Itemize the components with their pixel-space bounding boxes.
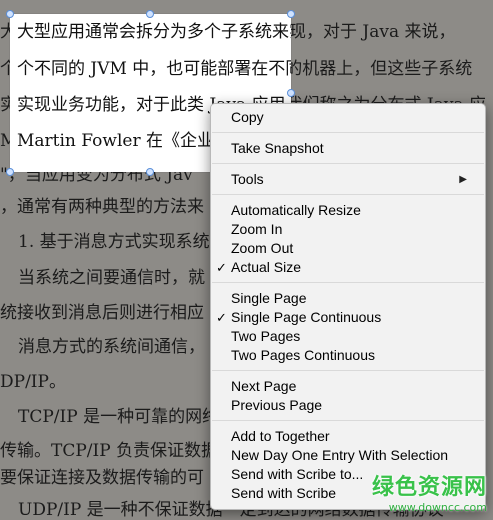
menu-item-single-page-continuous[interactable]: ✓ Single Page Continuous (211, 308, 485, 327)
menu-item-automatically-resize[interactable]: Automatically Resize (211, 201, 485, 220)
menu-item-label: Add to Together (231, 428, 330, 444)
menu-item-two-pages[interactable]: Two Pages (211, 327, 485, 346)
watermark: 绿色资源网 www.downcc.com (372, 469, 487, 514)
document-line: 1. 基于消息方式实现系统 (18, 232, 210, 252)
menu-item-label: Actual Size (231, 259, 302, 275)
selection-handle-middle-right[interactable] (287, 89, 295, 97)
menu-separator (212, 370, 484, 371)
watermark-url: www.downcc.com (388, 501, 487, 514)
menu-item-add-to-together[interactable]: Add to Together (211, 427, 485, 446)
document-line: 消息方式的系统间通信， (18, 337, 205, 357)
document-line: 传输。TCP/IP 负责保证数据 (0, 441, 219, 461)
menu-item-label: Two Pages Continuous (231, 347, 375, 363)
menu-separator (212, 194, 484, 195)
menu-separator (212, 282, 484, 283)
menu-separator (212, 420, 484, 421)
menu-item-label: Take Snapshot (231, 140, 324, 156)
menu-item-label: Copy (231, 109, 264, 125)
document-line: 统接收到消息后则进行相应 (0, 303, 204, 323)
document-line: DP/IP。 (0, 372, 66, 392)
selection-handle-top-left[interactable] (6, 10, 14, 18)
menu-separator (212, 132, 484, 133)
menu-item-two-pages-continuous[interactable]: Two Pages Continuous (211, 346, 485, 365)
menu-item-take-snapshot[interactable]: Take Snapshot (211, 139, 485, 158)
selected-text-line: Martin Fowler 在《企业应 (17, 131, 231, 151)
selection-handle-top-right[interactable] (287, 10, 295, 18)
menu-item-zoom-out[interactable]: Zoom Out (211, 239, 485, 258)
selection-handle-top-middle[interactable] (146, 10, 154, 18)
selected-text-line: 大型应用通常会拆分为多个子系统来实现，对于 Java 来说， (17, 22, 291, 42)
document-line: TCP/IP 是一种可靠的网络 (18, 407, 220, 427)
menu-item-label: New Day One Entry With Selection (231, 447, 449, 463)
submenu-arrow-icon: ▶ (459, 174, 467, 185)
document-line: 当系统之间要通信时，就 (18, 268, 205, 288)
menu-item-label: Send with Scribe to... (231, 466, 364, 482)
selected-text-line: 个不同的 JVM 中，也可能部署在不同的机器上，但这些子系统 (17, 59, 291, 79)
menu-item-new-day-one-entry-with-selection[interactable]: New Day One Entry With Selection (211, 446, 485, 465)
menu-item-actual-size[interactable]: ✓ Actual Size (211, 258, 485, 277)
menu-separator (212, 163, 484, 164)
menu-item-next-page[interactable]: Next Page (211, 377, 485, 396)
menu-item-label: Tools (231, 171, 264, 187)
menu-item-label: Previous Page (231, 397, 323, 413)
context-menu: Copy Take Snapshot Tools ▶ Automatically Res… (210, 103, 486, 510)
menu-item-label: Single Page Continuous (231, 309, 382, 325)
menu-item-label: Automatically Resize (231, 202, 361, 218)
menu-item-label: Next Page (231, 378, 297, 394)
menu-item-label: Two Pages (231, 328, 301, 344)
menu-item-zoom-in[interactable]: Zoom In (211, 220, 485, 239)
menu-item-previous-page[interactable]: Previous Page (211, 396, 485, 415)
document-line: 要保证连接及数据传输的可 (0, 468, 204, 488)
watermark-title: 绿色资源网 (371, 475, 487, 500)
menu-item-label: Zoom Out (231, 240, 294, 256)
menu-item-copy[interactable]: Copy (211, 108, 485, 127)
checkmark-icon: ✓ (216, 310, 227, 325)
menu-item-label: Send with Scribe (231, 485, 337, 501)
document-line: ，通常有两种典型的方法来 (0, 197, 204, 217)
menu-item-single-page[interactable]: Single Page (211, 289, 485, 308)
menu-item-tools[interactable]: Tools ▶ (211, 170, 485, 189)
menu-item-label: Single Page (231, 290, 307, 306)
menu-item-label: Zoom In (231, 221, 283, 237)
selection-handle-bottom-left[interactable] (6, 168, 14, 176)
checkmark-icon: ✓ (216, 260, 227, 275)
selection-handle-bottom-middle[interactable] (146, 168, 154, 176)
